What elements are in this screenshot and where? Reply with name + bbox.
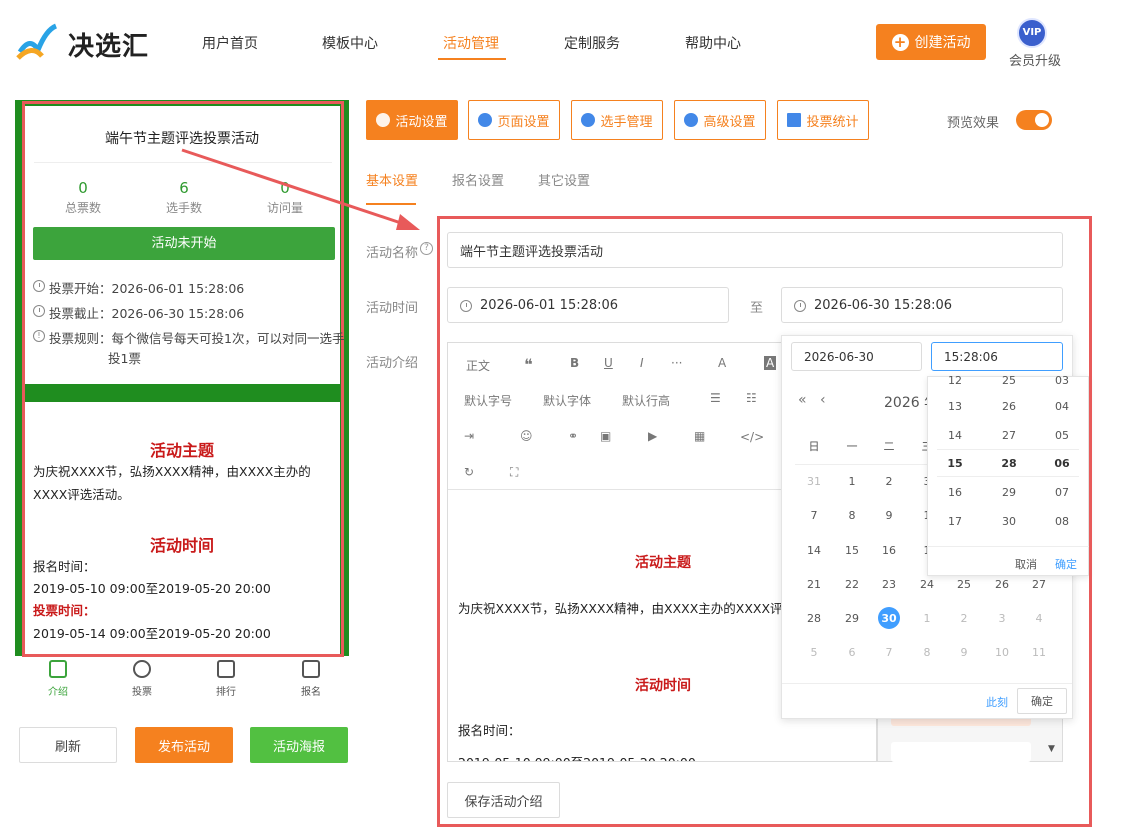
vote-start-text: 投票开始：2026-06-01 15:28:06 bbox=[49, 281, 245, 296]
publish-button[interactable]: 发布活动 bbox=[135, 727, 233, 763]
vip-upgrade-link[interactable]: 会员升级 bbox=[1009, 50, 1061, 69]
vote-end-text: 投票截止：2026-06-30 15:28:06 bbox=[49, 306, 245, 321]
preview-signup-label: 报名时间： bbox=[33, 559, 96, 574]
preview-vote-label: 投票时间： bbox=[33, 603, 96, 618]
tab-vote[interactable]: 投票 bbox=[122, 683, 162, 698]
vote-tab-icon[interactable] bbox=[133, 660, 151, 678]
ranking-tab-icon[interactable] bbox=[217, 660, 235, 678]
signup-tab-icon[interactable] bbox=[302, 660, 320, 678]
vote-start-row: 投票开始：2026-06-01 15:28:06 bbox=[33, 278, 244, 297]
preview-toggle-label: 预览效果 bbox=[947, 116, 1000, 131]
tab-page-settings[interactable]: 页面设置 bbox=[468, 100, 560, 140]
tab-advanced-settings[interactable]: 高级设置 bbox=[674, 100, 766, 140]
annotation-box-right bbox=[437, 216, 1092, 827]
tab-page-settings-label: 页面设置 bbox=[497, 114, 550, 130]
poster-button[interactable]: 活动海报 bbox=[250, 727, 348, 763]
nav-templates[interactable]: 模板中心 bbox=[322, 33, 378, 53]
preview-signup-time: 2019-05-10 09:00至2019-05-20 20:00 bbox=[33, 581, 271, 596]
info-icon: ! bbox=[33, 330, 45, 342]
gear-icon bbox=[478, 113, 493, 127]
preview-toggle[interactable] bbox=[1016, 110, 1052, 130]
cogs-icon bbox=[684, 113, 699, 127]
nav-activity-manage[interactable]: 活动管理 bbox=[443, 33, 499, 53]
vote-rule-text: 投票规则：每个微信号每天可投1次，可以对同一选手 bbox=[49, 331, 345, 346]
tab-vote-stats-label: 投票统计 bbox=[806, 114, 859, 130]
vote-rule-text-cont: 投1票 bbox=[108, 351, 141, 366]
nav-home[interactable]: 用户首页 bbox=[202, 33, 258, 53]
tab-contestant-manage[interactable]: 选手管理 bbox=[571, 100, 663, 140]
stat-total-votes-label: 总票数 bbox=[64, 201, 101, 215]
annotation-arrow bbox=[181, 148, 420, 230]
activity-time-label: 活动时间 bbox=[366, 301, 419, 316]
tab-activity-settings-label: 活动设置 bbox=[395, 114, 448, 130]
refresh-button[interactable]: 刷新 bbox=[19, 727, 117, 763]
bar-chart-icon bbox=[787, 113, 802, 127]
tab-advanced-settings-label: 高级设置 bbox=[703, 114, 756, 130]
subtab-other[interactable]: 其它设置 bbox=[538, 170, 590, 189]
subtab-signup[interactable]: 报名设置 bbox=[452, 170, 504, 189]
nav-help[interactable]: 帮助中心 bbox=[685, 33, 741, 53]
activity-intro-label: 活动介绍 bbox=[366, 356, 419, 371]
nav-custom-service[interactable]: 定制服务 bbox=[564, 33, 620, 53]
logo-icon bbox=[16, 23, 58, 60]
clock-icon bbox=[33, 280, 45, 292]
preview-title: 端午节主题评选投票活动 bbox=[105, 131, 259, 147]
vip-icon[interactable]: VIP bbox=[1017, 18, 1047, 48]
vote-rule-row: ! 投票规则：每个微信号每天可投1次，可以对同一选手 bbox=[33, 328, 344, 347]
logo-text: 决选汇 bbox=[68, 32, 150, 62]
help-icon[interactable]: ? bbox=[420, 242, 433, 255]
clock-icon bbox=[33, 305, 45, 317]
preview-section-title: 活动时间 bbox=[149, 536, 214, 555]
create-activity-label: 创建活动 bbox=[914, 35, 971, 51]
preview-section-text: 为庆祝XXXX节，弘扬XXXX精神，由XXXX主办的XXXX评选活动。 bbox=[33, 464, 311, 502]
subtab-basic[interactable]: 基本设置 bbox=[366, 170, 418, 189]
star-icon bbox=[376, 113, 391, 127]
subtab-active-indicator bbox=[366, 203, 416, 205]
activity-name-label: 活动名称 bbox=[366, 246, 419, 261]
tab-contestant-manage-label: 选手管理 bbox=[600, 114, 653, 130]
vote-end-row: 投票截止：2026-06-30 15:28:06 bbox=[33, 303, 244, 322]
tab-ranking[interactable]: 排行 bbox=[206, 683, 246, 698]
users-icon bbox=[581, 113, 596, 127]
plus-icon: + bbox=[891, 33, 909, 51]
preview-section-title: 活动主题 bbox=[149, 441, 214, 460]
tab-vote-stats[interactable]: 投票统计 bbox=[777, 100, 869, 140]
tab-activity-settings[interactable]: 活动设置 bbox=[366, 100, 458, 140]
create-activity-button[interactable]: + 创建活动 bbox=[876, 24, 986, 60]
tab-signup[interactable]: 报名 bbox=[291, 683, 331, 698]
stat-total-votes: 0 bbox=[78, 179, 88, 197]
tab-intro[interactable]: 介绍 bbox=[38, 683, 78, 698]
nav-active-indicator bbox=[438, 58, 506, 60]
intro-tab-icon[interactable] bbox=[49, 660, 67, 678]
preview-vote-time: 2019-05-14 09:00至2019-05-20 20:00 bbox=[33, 626, 271, 641]
